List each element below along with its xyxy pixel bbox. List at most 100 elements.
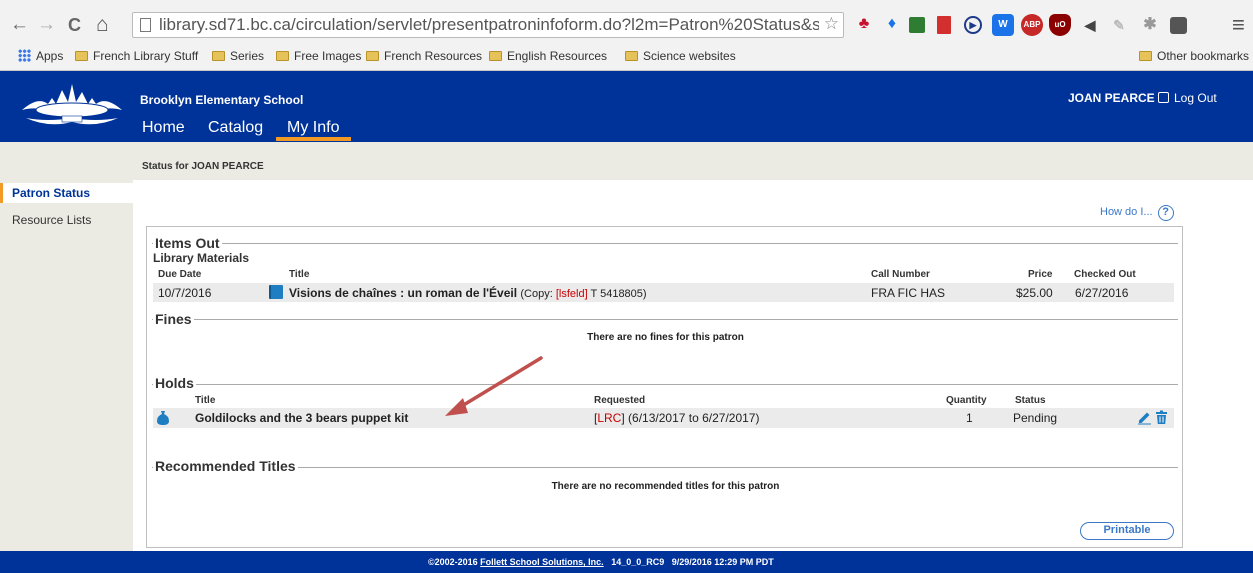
bookmark-folder[interactable]: French Resources [366, 47, 482, 65]
column-header-due-date: Due Date [158, 269, 202, 280]
printable-button[interactable]: Printable [1080, 522, 1174, 540]
extension-book-icon[interactable] [937, 16, 951, 34]
home-button[interactable]: ⌂ [96, 10, 109, 40]
price: $25.00 [1016, 286, 1053, 300]
fines-message: There are no fines for this patron [587, 332, 744, 343]
browser-chrome: ← → C ⌂ library.sd71.bc.ca/circulation/s… [0, 0, 1253, 71]
hold-quantity: 1 [966, 411, 973, 425]
column-header-checked-out: Checked Out [1074, 269, 1136, 280]
status-heading-bar: Status for JOAN PEARCE [133, 142, 1253, 180]
reload-button[interactable]: C [68, 10, 81, 40]
tab-catalog[interactable]: Catalog [208, 119, 263, 137]
table-row: 10/7/2016 Visions de chaînes : un roman … [153, 283, 1174, 302]
back-button[interactable]: ← [10, 10, 29, 40]
section-divider [152, 243, 1178, 244]
folder-icon [1139, 51, 1152, 61]
help-link[interactable]: How do I...? [1100, 205, 1174, 221]
site-header: Brooklyn Elementary School Home Catalog … [0, 71, 1253, 142]
recommended-message: There are no recommended titles for this… [551, 481, 780, 492]
forward-button[interactable]: → [37, 10, 56, 40]
school-name[interactable]: Brooklyn Elementary School [140, 93, 303, 107]
extensions-puzzle-icon[interactable]: ✱ [1139, 14, 1161, 36]
extension-w-icon[interactable]: W [992, 14, 1014, 36]
logout-link[interactable]: Log Out [1158, 91, 1217, 105]
bookmark-apps[interactable]: Apps [18, 47, 63, 65]
logout-icon [1158, 92, 1169, 103]
items-out-heading: Items Out [153, 235, 222, 251]
folder-icon [625, 51, 638, 61]
extension-mic-icon[interactable]: ♦ [881, 14, 903, 36]
section-divider [152, 319, 1178, 320]
column-header-requested: Requested [594, 395, 646, 406]
hold-status: Pending [1013, 411, 1058, 425]
copy-location: [lsfeld] [555, 288, 588, 300]
bookmark-folder[interactable]: Series [212, 47, 264, 65]
folder-icon [366, 51, 379, 61]
patron-status-panel: Items Out Library Materials Due Date Tit… [146, 226, 1183, 548]
address-bar[interactable]: library.sd71.bc.ca/circulation/servlet/p… [132, 12, 844, 38]
holds-heading: Holds [153, 375, 196, 391]
bookmark-folder[interactable]: French Library Stuff [75, 47, 198, 65]
extension-play-icon[interactable]: ▶ [964, 16, 982, 34]
column-header-title: Title [289, 269, 310, 280]
hold-requested: [LRC] (6/13/2017 to 6/27/2017) [594, 411, 760, 425]
apps-grid-icon [18, 49, 31, 62]
due-date: 10/7/2016 [158, 286, 212, 300]
status-heading: Status for JOAN PEARCE [142, 161, 264, 172]
column-header-call-number: Call Number [871, 269, 930, 280]
sidebar-item-patron-status[interactable]: Patron Status [0, 183, 133, 203]
column-header-quantity: Quantity [946, 395, 987, 406]
library-materials-heading: Library Materials [153, 251, 250, 265]
bookmark-star-icon[interactable]: ☆ [824, 14, 839, 34]
tab-home[interactable]: Home [142, 119, 185, 137]
user-name: JOAN PEARCE [1068, 91, 1155, 105]
sidebar [0, 142, 133, 551]
folder-icon [276, 51, 289, 61]
adblock-icon[interactable]: ABP [1021, 14, 1043, 36]
bookmark-folder[interactable]: English Resources [489, 47, 607, 65]
extension-pin-icon[interactable]: ✎ [1108, 14, 1130, 36]
column-header-status: Status [1015, 395, 1046, 406]
folder-icon [489, 51, 502, 61]
browser-toolbar: ← → C ⌂ library.sd71.bc.ca/circulation/s… [0, 10, 1253, 40]
bookmark-folder[interactable]: Science websites [625, 47, 736, 65]
section-divider [152, 467, 1178, 468]
hold-location: LRC [597, 411, 622, 425]
call-number: FRA FIC HAS [871, 286, 946, 300]
annotation-arrow-icon [445, 356, 543, 416]
section-divider [152, 384, 1178, 385]
ublock-icon[interactable]: uO [1049, 14, 1071, 36]
sidebar-item-resource-lists[interactable]: Resource Lists [0, 210, 133, 230]
follett-link[interactable]: Follett School Solutions, Inc. [480, 557, 604, 567]
folder-icon [75, 51, 88, 61]
item-title[interactable]: Visions de chaînes : un roman de l'Éveil… [289, 286, 647, 300]
recommended-titles-heading: Recommended Titles [153, 458, 298, 474]
extension-speaker-icon[interactable]: ◀ [1079, 14, 1101, 36]
other-bookmarks[interactable]: Other bookmarks [1139, 47, 1249, 65]
hold-title[interactable]: Goldilocks and the 3 bears puppet kit [195, 411, 408, 425]
bookmarks-bar: Apps French Library Stuff Series Free Im… [0, 45, 1253, 67]
folder-icon [212, 51, 225, 61]
active-tab-indicator [276, 137, 351, 141]
chrome-menu-icon[interactable]: ≡ [1232, 10, 1245, 40]
extension-square-icon[interactable] [1170, 17, 1187, 34]
question-icon: ? [1157, 205, 1174, 221]
page-footer: ©2002-2016 Follett School Solutions, Inc… [0, 551, 1253, 573]
url-text[interactable]: library.sd71.bc.ca/circulation/servlet/p… [159, 15, 819, 35]
kit-bag-icon [157, 411, 169, 425]
footer-text: ©2002-2016 Follett School Solutions, Inc… [428, 557, 774, 567]
tab-my-info[interactable]: My Info [287, 119, 339, 137]
school-logo[interactable] [18, 76, 126, 128]
table-row: Goldilocks and the 3 bears puppet kit [L… [153, 408, 1174, 428]
delete-trash-icon[interactable] [1155, 410, 1168, 425]
extension-chair-icon[interactable]: ♣ [853, 14, 875, 36]
extension-reader-icon[interactable] [909, 17, 925, 33]
edit-pencil-icon[interactable] [1137, 410, 1152, 425]
book-icon [269, 285, 283, 299]
bookmark-folder[interactable]: Free Images [276, 47, 361, 65]
column-header-title: Title [195, 395, 216, 406]
page-icon [140, 18, 151, 32]
column-header-price: Price [1028, 269, 1053, 280]
fines-heading: Fines [153, 311, 194, 327]
checked-out-date: 6/27/2016 [1075, 286, 1129, 300]
